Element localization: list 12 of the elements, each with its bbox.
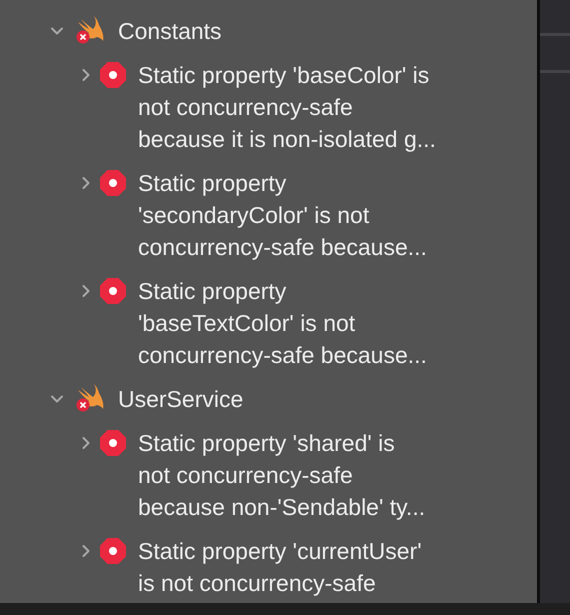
- issue-message[interactable]: Static property 'currentUser' is not concurrency-safe: [138, 535, 422, 599]
- issue-message[interactable]: Static property 'baseColor' is not concurrency-safe because it is non-isolated g...: [138, 59, 436, 155]
- group-name: Constants: [118, 17, 222, 46]
- issue-message[interactable]: Static property 'secondaryColor' is not concurrency-safe because...: [138, 167, 427, 263]
- error-icon: [100, 170, 126, 196]
- error-icon: [100, 62, 126, 88]
- error-icon: [100, 278, 126, 304]
- issue-message[interactable]: Static property 'shared' is not concurrency-safe because non-'Sendable' ty...: [138, 427, 426, 523]
- issue-message[interactable]: Static property 'baseTextColor' is not concurrency-safe because...: [138, 275, 427, 371]
- error-icon: [100, 538, 126, 564]
- error-icon: [100, 430, 126, 456]
- group-name: UserService: [118, 385, 244, 414]
